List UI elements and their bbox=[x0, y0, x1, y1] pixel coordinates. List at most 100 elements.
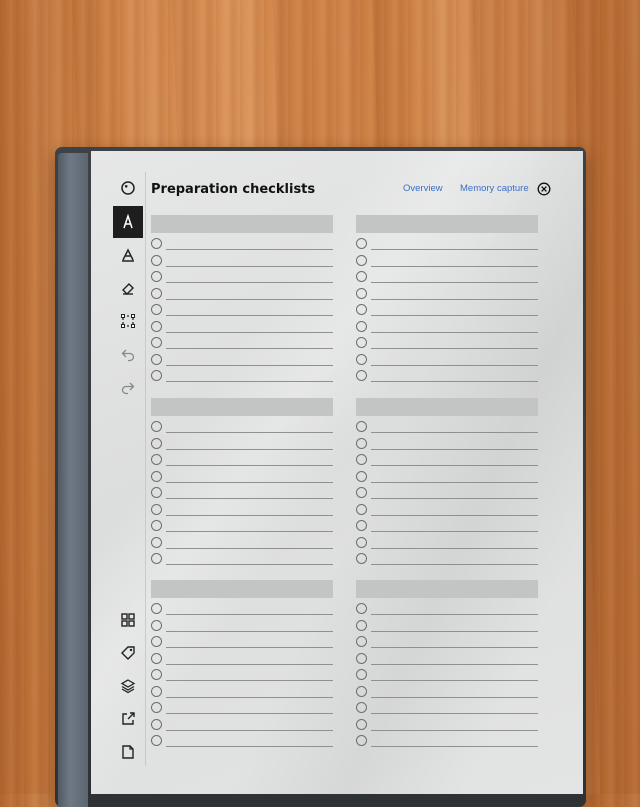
checklist-header-field[interactable] bbox=[151, 580, 333, 598]
checkbox-circle[interactable] bbox=[151, 238, 162, 249]
checklist-item[interactable] bbox=[356, 469, 538, 486]
checkbox-circle[interactable] bbox=[356, 652, 367, 664]
checklist-item[interactable] bbox=[151, 469, 333, 486]
checkbox-circle[interactable] bbox=[151, 271, 162, 282]
checkbox-circle[interactable] bbox=[151, 320, 162, 332]
checkbox-circle[interactable] bbox=[356, 619, 367, 631]
checklist-item[interactable] bbox=[356, 551, 538, 568]
checkbox-circle[interactable] bbox=[151, 254, 162, 266]
checklist-item[interactable] bbox=[356, 535, 538, 552]
checkbox-circle[interactable] bbox=[151, 421, 162, 432]
checklist-header-field[interactable] bbox=[151, 398, 333, 416]
page-icon[interactable] bbox=[113, 736, 143, 768]
checklist-item[interactable] bbox=[356, 733, 538, 750]
marker-icon[interactable] bbox=[113, 239, 143, 271]
checklist-item[interactable] bbox=[151, 518, 333, 535]
checkbox-circle[interactable] bbox=[356, 437, 367, 449]
checkbox-circle[interactable] bbox=[356, 370, 367, 381]
checklist-item[interactable] bbox=[151, 618, 333, 635]
checklist-header-field[interactable] bbox=[356, 215, 538, 233]
checklist-item[interactable] bbox=[356, 618, 538, 635]
checklist-item[interactable] bbox=[356, 352, 538, 369]
checklist-item[interactable] bbox=[356, 717, 538, 734]
export-icon[interactable] bbox=[113, 703, 143, 735]
checkbox-circle[interactable] bbox=[356, 553, 367, 564]
menu-circle-icon[interactable] bbox=[113, 172, 143, 204]
checkbox-circle[interactable] bbox=[151, 619, 162, 631]
checkbox-circle[interactable] bbox=[151, 603, 162, 614]
checklist-item[interactable] bbox=[356, 302, 538, 319]
checkbox-circle[interactable] bbox=[356, 536, 367, 548]
checkbox-circle[interactable] bbox=[356, 304, 367, 315]
checklist-item[interactable] bbox=[151, 684, 333, 701]
checklist-item[interactable] bbox=[356, 269, 538, 286]
checkbox-circle[interactable] bbox=[151, 470, 162, 482]
checkbox-circle[interactable] bbox=[151, 735, 162, 746]
checklist-item[interactable] bbox=[356, 436, 538, 453]
checklist-item[interactable] bbox=[151, 452, 333, 469]
checklist-item[interactable] bbox=[356, 319, 538, 336]
redo-icon[interactable] bbox=[113, 371, 143, 403]
selection-icon[interactable] bbox=[113, 305, 143, 337]
grid-icon[interactable] bbox=[113, 604, 143, 636]
checklist-item[interactable] bbox=[151, 319, 333, 336]
eraser-icon[interactable] bbox=[113, 272, 143, 304]
checkbox-circle[interactable] bbox=[151, 304, 162, 315]
checkbox-circle[interactable] bbox=[356, 487, 367, 498]
checklist-item[interactable] bbox=[151, 236, 333, 253]
checkbox-circle[interactable] bbox=[151, 702, 162, 713]
checkbox-circle[interactable] bbox=[151, 718, 162, 730]
checkbox-circle[interactable] bbox=[356, 470, 367, 482]
checklist-item[interactable] bbox=[356, 601, 538, 618]
undo-icon[interactable] bbox=[113, 338, 143, 370]
checkbox-circle[interactable] bbox=[356, 702, 367, 713]
checkbox-circle[interactable] bbox=[356, 254, 367, 266]
checkbox-circle[interactable] bbox=[151, 652, 162, 664]
checkbox-circle[interactable] bbox=[151, 685, 162, 697]
checklist-item[interactable] bbox=[151, 286, 333, 303]
checkbox-circle[interactable] bbox=[356, 271, 367, 282]
checklist-item[interactable] bbox=[151, 436, 333, 453]
checkbox-circle[interactable] bbox=[151, 437, 162, 449]
close-icon[interactable] bbox=[537, 181, 551, 196]
checklist-item[interactable] bbox=[356, 368, 538, 385]
checkbox-circle[interactable] bbox=[151, 370, 162, 381]
checkbox-circle[interactable] bbox=[151, 287, 162, 299]
checklist-header-field[interactable] bbox=[356, 398, 538, 416]
checkbox-circle[interactable] bbox=[151, 454, 162, 465]
checklist-item[interactable] bbox=[151, 269, 333, 286]
checkbox-circle[interactable] bbox=[151, 520, 162, 531]
checklist-item[interactable] bbox=[151, 733, 333, 750]
checklist-item[interactable] bbox=[151, 253, 333, 270]
checklist-item[interactable] bbox=[356, 651, 538, 668]
checkbox-circle[interactable] bbox=[356, 238, 367, 249]
checkbox-circle[interactable] bbox=[151, 353, 162, 365]
checkbox-circle[interactable] bbox=[356, 454, 367, 465]
checklist-item[interactable] bbox=[151, 551, 333, 568]
checklist-item[interactable] bbox=[356, 667, 538, 684]
checkbox-circle[interactable] bbox=[151, 337, 162, 348]
checklist-item[interactable] bbox=[356, 485, 538, 502]
checklist-header-field[interactable] bbox=[151, 215, 333, 233]
checklist-item[interactable] bbox=[151, 634, 333, 651]
checkbox-circle[interactable] bbox=[151, 503, 162, 515]
checklist-item[interactable] bbox=[151, 485, 333, 502]
checklist-item[interactable] bbox=[151, 419, 333, 436]
checklist-item[interactable] bbox=[151, 700, 333, 717]
checklist-item[interactable] bbox=[151, 535, 333, 552]
checklist-item[interactable] bbox=[356, 700, 538, 717]
checklist-item[interactable] bbox=[151, 352, 333, 369]
checkbox-circle[interactable] bbox=[356, 636, 367, 647]
checklist-item[interactable] bbox=[151, 368, 333, 385]
checklist-item[interactable] bbox=[356, 518, 538, 535]
checkbox-circle[interactable] bbox=[356, 337, 367, 348]
tag-icon[interactable] bbox=[113, 637, 143, 669]
checklist-item[interactable] bbox=[356, 634, 538, 651]
checklist-item[interactable] bbox=[151, 667, 333, 684]
checkbox-circle[interactable] bbox=[356, 735, 367, 746]
checkbox-circle[interactable] bbox=[356, 520, 367, 531]
checkbox-circle[interactable] bbox=[356, 669, 367, 680]
checklist-item[interactable] bbox=[151, 502, 333, 519]
checkbox-circle[interactable] bbox=[356, 685, 367, 697]
checklist-item[interactable] bbox=[151, 717, 333, 734]
